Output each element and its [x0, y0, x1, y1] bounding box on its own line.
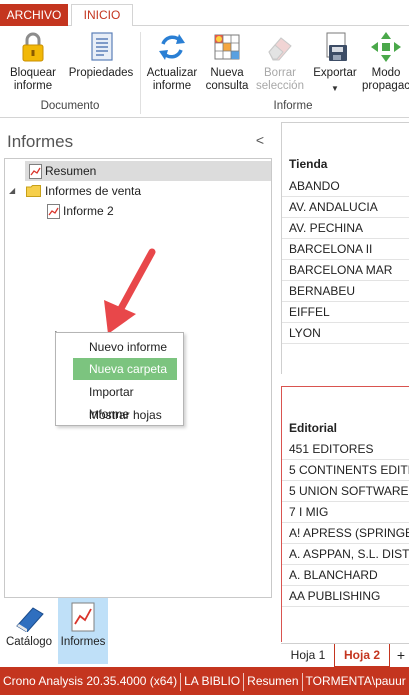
propagation-mode-label: Modo propagac — [362, 67, 409, 92]
sheet-tab-hoja-1[interactable]: Hoja 1 — [285, 644, 331, 667]
book-icon — [16, 607, 44, 632]
properties-icon — [91, 32, 113, 61]
sheet-tab-hoja-2[interactable]: Hoja 2 — [334, 644, 390, 667]
table-header: Tienda — [289, 157, 328, 171]
nav-catalogo-button[interactable]: Catálogo — [2, 598, 56, 664]
new-query-icon — [214, 34, 240, 60]
properties-label: Propiedades — [68, 67, 134, 79]
status-bar: Crono Analysis 20.35.4000 (x64) LA BIBLIO… — [0, 667, 409, 695]
status-user: TORMENTA\pauur — [305, 674, 406, 688]
ribbon-tab-bar: ARCHIVO INICIO — [0, 0, 409, 27]
status-separator — [180, 672, 182, 691]
group-separator — [140, 32, 141, 114]
table-row[interactable]: A. BLANCHARD — [282, 565, 409, 586]
table-row[interactable]: BERNABEU — [282, 281, 409, 302]
refresh-icon — [159, 34, 185, 60]
propagation-icon — [371, 32, 401, 62]
tree-item-label: Informe 2 — [63, 204, 114, 218]
table-row[interactable]: 5 UNION SOFTWARE G — [282, 481, 409, 502]
nav-informes-button[interactable]: Informes — [58, 598, 108, 664]
export-disk-icon — [326, 32, 347, 61]
table-row[interactable]: 5 CONTINENTS EDITIO — [282, 460, 409, 481]
report-doc-icon — [47, 204, 60, 219]
tree-item-informes-de-venta[interactable]: ◢ Informes de venta — [7, 181, 271, 201]
context-menu: Nuevo informe Nueva carpeta Importar inf… — [55, 332, 184, 426]
table-row[interactable]: LYON — [282, 323, 409, 344]
table-editorial: Editorial 451 EDITORES 5 CONTINENTS EDIT… — [281, 386, 409, 642]
folder-icon — [26, 185, 41, 197]
chevron-down-icon[interactable]: ▼ — [331, 84, 339, 93]
tree-item-resumen[interactable]: Resumen — [25, 161, 271, 181]
padlock-icon — [22, 32, 44, 62]
refresh-report-label: Actualizar informe — [146, 67, 198, 92]
export-button[interactable]: Exportar — [310, 30, 360, 80]
table-header: Editorial — [289, 421, 338, 435]
tree-item-informe-2[interactable]: Informe 2 — [45, 201, 271, 221]
clear-selection-label: Borrar selección — [256, 67, 304, 92]
report-doc-icon — [29, 164, 42, 179]
refresh-report-button[interactable]: Actualizar informe — [144, 30, 200, 93]
tree-item-label: Resumen — [45, 164, 97, 178]
table-tienda: Tienda ABANDO AV. ANDALUCIA AV. PECHINA … — [281, 122, 409, 374]
status-separator — [301, 672, 303, 691]
table-row[interactable]: A! APRESS (SPRINGER) — [282, 523, 409, 544]
table-row[interactable]: ABANDO — [282, 176, 409, 197]
table-row[interactable]: 451 EDITORES — [282, 439, 409, 460]
nav-informes-label: Informes — [60, 636, 106, 648]
status-app-version: Crono Analysis 20.35.4000 (x64) — [3, 674, 178, 688]
properties-button[interactable]: Propiedades — [66, 30, 136, 80]
group-label-documento: Documento — [40, 100, 100, 112]
tab-inicio[interactable]: INICIO — [71, 4, 133, 27]
menu-item-nuevo-informe[interactable]: Nuevo informe — [73, 336, 177, 358]
ribbon: Bloquear informe Propiedades Documento A… — [0, 26, 409, 118]
table-row[interactable]: EIFFEL — [282, 302, 409, 323]
propagation-mode-button[interactable]: Modo propagac — [360, 30, 409, 93]
new-query-label: Nueva consulta — [205, 67, 249, 92]
status-database: LA BIBLIO — [184, 674, 241, 688]
expand-triangle-icon[interactable]: ◢ — [9, 181, 15, 201]
new-query-button[interactable]: Nueva consulta — [203, 30, 251, 93]
table-row[interactable]: AA PUBLISHING — [282, 586, 409, 607]
export-label: Exportar — [313, 67, 357, 79]
nav-catalogo-label: Catálogo — [5, 636, 53, 648]
lock-report-button[interactable]: Bloquear informe — [5, 30, 61, 93]
menu-item-importar-informe[interactable]: Importar informe — [73, 381, 177, 421]
sheet-tab-bar: Hoja 1 Hoja 2 + — [281, 643, 409, 667]
clear-selection-button[interactable]: Borrar selección — [253, 30, 307, 93]
tab-archivo[interactable]: ARCHIVO — [0, 4, 68, 26]
report-chart-icon — [71, 602, 95, 632]
group-label-informe: Informe — [273, 100, 313, 112]
table-row[interactable]: AV. PECHINA — [282, 218, 409, 239]
table-row[interactable]: 7 I MIG — [282, 502, 409, 523]
tree-item-label: Informes de venta — [45, 184, 142, 198]
table-row[interactable]: BARCELONA II — [282, 239, 409, 260]
add-sheet-button[interactable]: + — [393, 644, 409, 667]
menu-item-nueva-carpeta[interactable]: Nueva carpeta — [73, 358, 177, 380]
arrow-annotation-icon — [104, 248, 156, 334]
eraser-icon — [268, 37, 292, 61]
table-row[interactable]: A. ASPPAN, S.L. DISTRI — [282, 544, 409, 565]
table-row[interactable]: AV. ANDALUCIA — [282, 197, 409, 218]
panel-title: Informes — [7, 132, 74, 151]
collapse-panel-icon[interactable]: < — [254, 132, 266, 148]
lock-report-label: Bloquear informe — [9, 67, 57, 92]
menu-item-mostrar-hojas[interactable]: Mostrar hojas — [73, 404, 177, 426]
status-separator — [243, 672, 245, 691]
table-row[interactable]: BARCELONA MAR — [282, 260, 409, 281]
status-report: Resumen — [247, 674, 299, 688]
